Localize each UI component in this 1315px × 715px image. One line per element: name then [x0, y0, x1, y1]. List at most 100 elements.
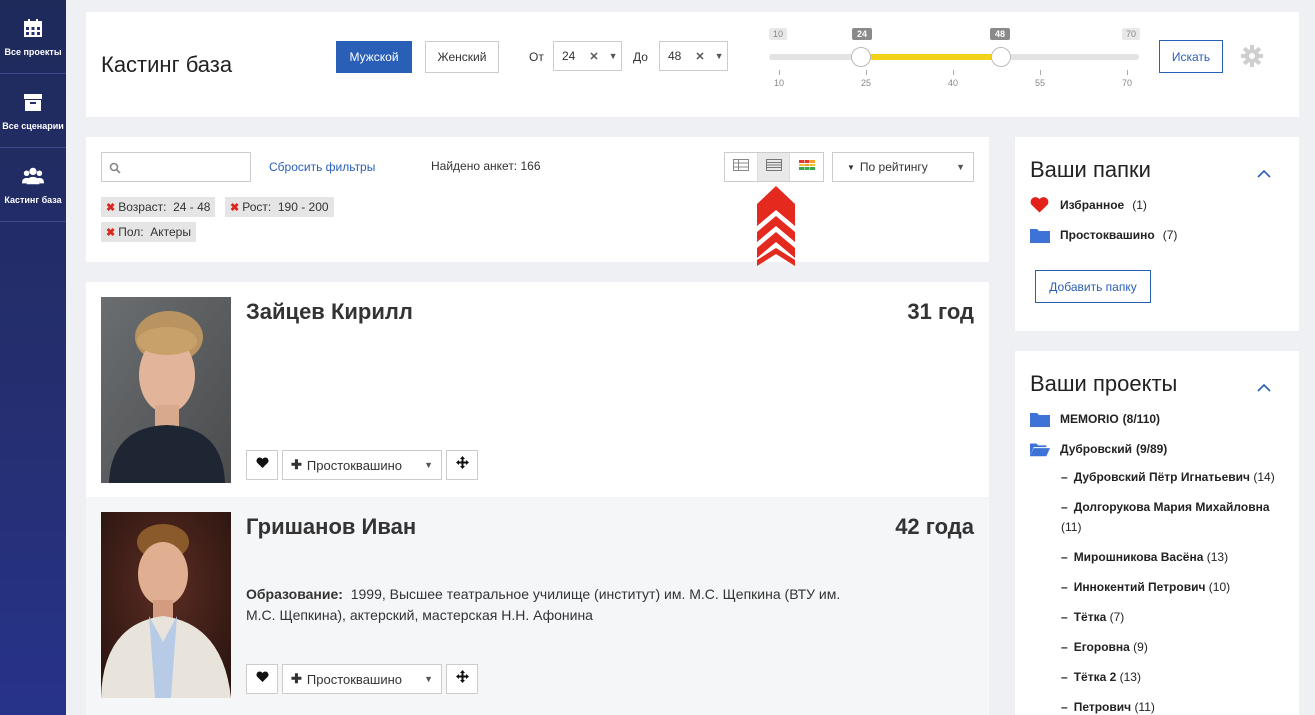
role-item[interactable]: – Петрович (11): [1061, 697, 1281, 715]
search-field[interactable]: [101, 152, 251, 182]
chip-label: Пол: Актеры: [118, 225, 191, 239]
actor-name[interactable]: Гришанов Иван: [246, 514, 416, 540]
actor-name[interactable]: Зайцев Кирилл: [246, 299, 413, 325]
slider-max-label: 70: [1122, 28, 1141, 40]
sidebar-item-label: Кастинг база: [4, 194, 62, 205]
role-name: Иннокентий Петрович: [1073, 580, 1206, 594]
filter-chip[interactable]: ✖ Пол: Актеры: [101, 222, 196, 242]
search-icon: [109, 161, 121, 179]
age-to-value: 48: [668, 49, 682, 63]
add-to-folder-select[interactable]: ✚ Простоквашино ▼: [282, 664, 442, 694]
add-to-folder-select[interactable]: ✚ Простоквашино ▼: [282, 450, 442, 480]
users-icon: [22, 165, 44, 187]
role-item[interactable]: – Иннокентий Петрович (10): [1061, 577, 1281, 597]
folder-item-prostokvashino[interactable]: Простоквашино (7): [1030, 227, 1177, 243]
role-name: Егоровна: [1073, 640, 1130, 654]
heart-icon: [255, 670, 269, 688]
project-count: (9/89): [1135, 442, 1168, 456]
slider-low-handle[interactable]: [851, 47, 871, 67]
favorite-button[interactable]: [246, 450, 278, 480]
view-grid-button[interactable]: [725, 153, 758, 181]
role-item[interactable]: – Тётка (7): [1061, 607, 1281, 627]
actor-card: Зайцев Кирилл 31 год ✚ Простоквашино ▼: [86, 282, 989, 498]
remove-chip-icon[interactable]: ✖: [106, 201, 115, 214]
role-count: (10): [1208, 580, 1231, 594]
move-button[interactable]: [446, 450, 478, 480]
results-count: Найдено анкет: 166: [431, 159, 541, 173]
reset-filters-link[interactable]: Сбросить фильтры: [269, 160, 375, 174]
folder-name: Простоквашино: [1060, 228, 1155, 242]
gear-icon[interactable]: [1241, 45, 1263, 67]
sidebar-item-all-scenarios[interactable]: Все сценарии: [0, 74, 66, 148]
slider-tick: [779, 70, 780, 75]
collapse-icon[interactable]: [1257, 165, 1271, 183]
view-list-button[interactable]: [757, 153, 791, 181]
search-button[interactable]: Искать: [1159, 40, 1223, 73]
favorite-button[interactable]: [246, 664, 278, 694]
move-button[interactable]: [446, 664, 478, 694]
actor-photo[interactable]: [101, 512, 231, 698]
age-to-select[interactable]: 48 ✕ ▼: [659, 41, 728, 71]
role-count: (11): [1061, 520, 1082, 534]
search-input[interactable]: [126, 157, 246, 177]
clear-icon[interactable]: ✕: [695, 50, 704, 63]
actor-photo[interactable]: [101, 297, 231, 483]
folder-open-icon: [1030, 441, 1050, 457]
projects-title: Ваши проекты: [1030, 371, 1178, 396]
sort-value: По рейтингу: [859, 160, 928, 174]
collapse-icon[interactable]: [1257, 379, 1271, 397]
sidebar: Все проекты Все сценарии Кастинг база: [0, 0, 66, 715]
view-rating-button[interactable]: [790, 153, 823, 181]
chip-label: Возраст: 24 - 48: [118, 200, 211, 214]
project-item-dubrovsky[interactable]: Дубровский (9/89): [1030, 441, 1167, 457]
sidebar-item-label: Все проекты: [4, 46, 62, 57]
role-item[interactable]: – Егоровна (9): [1061, 637, 1281, 657]
add-folder-button[interactable]: Добавить папку: [1035, 270, 1151, 303]
rating-view-icon: [798, 158, 815, 176]
role-name: Тётка 2: [1073, 670, 1117, 684]
chevron-down-icon: ▼: [608, 51, 618, 61]
filter-chip[interactable]: ✖ Рост: 190 - 200: [225, 197, 334, 217]
remove-chip-icon[interactable]: ✖: [106, 226, 115, 239]
role-name: Мирошникова Васёна: [1073, 550, 1204, 564]
folder-count: (1): [1132, 198, 1147, 212]
role-item[interactable]: – Мирошникова Васёна (13): [1061, 547, 1281, 567]
sidebar-item-all-projects[interactable]: Все проекты: [0, 0, 66, 74]
female-button[interactable]: Женский: [425, 41, 499, 73]
projects-panel: Ваши проекты MEMORIO (8/110) Дубровский …: [1015, 351, 1299, 715]
slider-tick: [1127, 70, 1128, 75]
filter-panel: Сбросить фильтры Найдено анкет: 166 ▼ По…: [86, 137, 989, 262]
clear-icon[interactable]: ✕: [589, 50, 598, 63]
folder-select-value: Простоквашино: [306, 457, 403, 473]
plus-icon: ✚: [291, 457, 302, 472]
sidebar-item-casting-base[interactable]: Кастинг база: [0, 148, 66, 222]
role-count: (14): [1253, 470, 1275, 484]
role-name: Тётка: [1073, 610, 1107, 624]
remove-chip-icon[interactable]: ✖: [230, 201, 239, 214]
role-count: (13): [1206, 550, 1229, 564]
folder-select-value: Простоквашино: [306, 671, 403, 687]
slider-tick: [953, 70, 954, 75]
plus-icon: ✚: [291, 671, 302, 686]
search-header: Кастинг база Мужской Женский От 24 ✕ ▼ Д…: [86, 12, 1299, 117]
slider-min-label: 10: [769, 28, 788, 40]
role-item[interactable]: – Долгорукова Мария Михайловна (11): [1061, 497, 1281, 537]
slider-low-label: 24: [852, 28, 873, 40]
project-item-memorio[interactable]: MEMORIO (8/110): [1030, 411, 1160, 427]
sort-caret-icon: ▼: [847, 162, 855, 172]
age-from-select[interactable]: 24 ✕ ▼: [553, 41, 622, 71]
role-name: Петрович: [1073, 700, 1132, 714]
role-item[interactable]: – Тётка 2 (13): [1061, 667, 1281, 687]
role-item[interactable]: – Дубровский Пётр Игнатьевич (14): [1061, 467, 1281, 487]
male-button[interactable]: Мужской: [336, 41, 412, 73]
chip-label: Рост: 190 - 200: [242, 200, 329, 214]
slider-tick: [866, 70, 867, 75]
annotation-arrow-icon: [757, 186, 795, 266]
sort-select[interactable]: ▼ По рейтингу ▼: [832, 152, 974, 182]
project-count: (8/110): [1122, 412, 1161, 426]
filter-chip[interactable]: ✖ Возраст: 24 - 48: [101, 197, 216, 217]
folder-item-favorites[interactable]: Избранное (1): [1030, 197, 1147, 213]
move-icon: [455, 456, 469, 474]
age-range-slider[interactable]: 10 70 24 48 10 25 40 55 70: [769, 28, 1141, 108]
slider-high-handle[interactable]: [991, 47, 1011, 67]
